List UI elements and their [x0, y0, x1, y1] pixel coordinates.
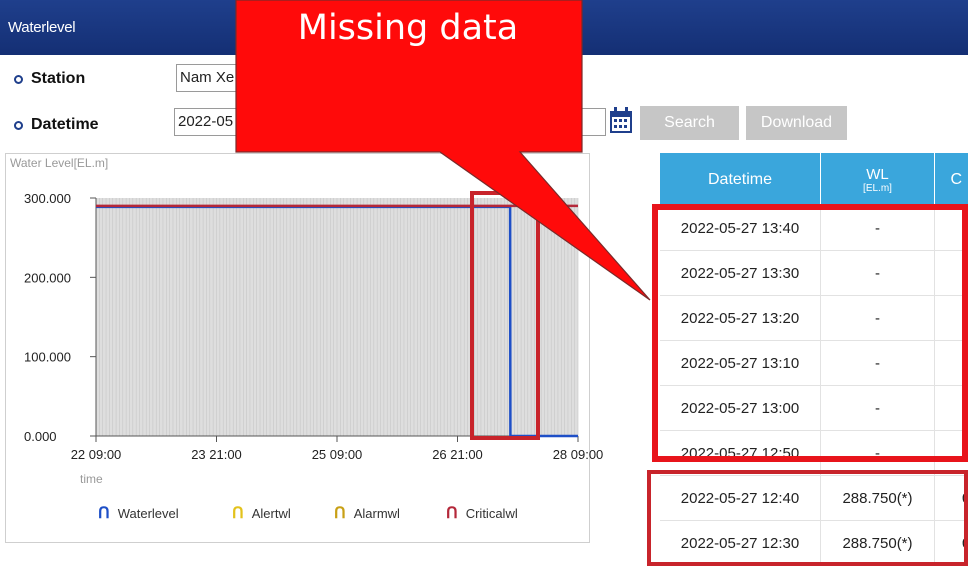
- callout-bubble: [235, 0, 651, 301]
- callout-text: Missing data: [297, 8, 519, 48]
